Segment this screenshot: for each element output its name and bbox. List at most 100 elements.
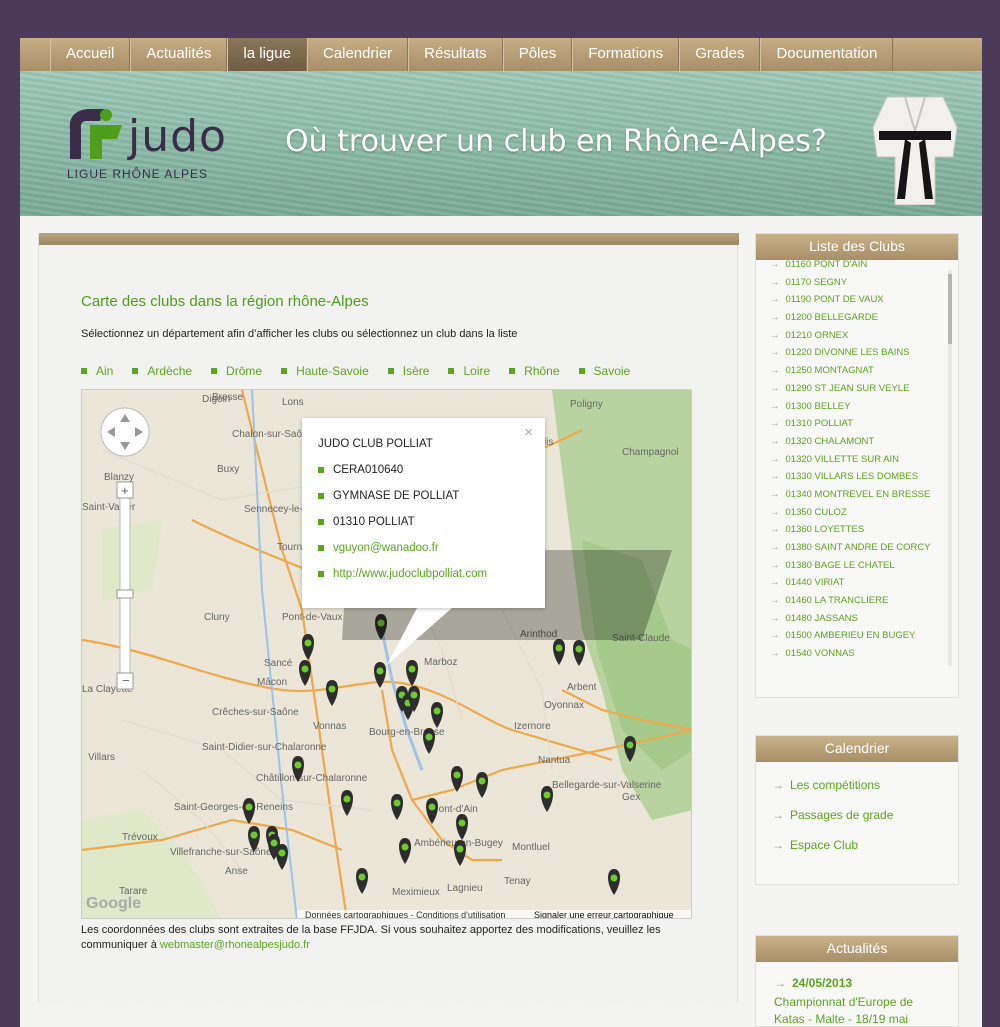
club-list-item[interactable]: → 01360 LOYETTES (756, 521, 946, 539)
page-wrapper: Accueil Actualités la ligue Calendrier Résul… (20, 38, 982, 1027)
club-list-item[interactable]: → 01190 PONT DE VAUX (756, 291, 946, 309)
bullet-icon (578, 368, 585, 374)
club-map[interactable]: Poligny Chalon-sur-Saône Champagnol Blanzy B… (81, 389, 692, 919)
club-info-popup: × JUDO CLUB POLLIAT CERA010640 GYMNASE D… (302, 418, 545, 608)
main-content: Carte des clubs dans la région rhône-Alp… (38, 233, 739, 1011)
calendar-link-1[interactable]: → Passages de grade (756, 800, 958, 830)
arrow-icon: → (770, 559, 780, 571)
svg-text:+: + (121, 483, 129, 498)
club-list-item[interactable]: → 01540 VONNAS (756, 645, 946, 656)
popup-email-link[interactable]: vguyon@wanadoo.fr (333, 542, 439, 554)
clubs-panel: Liste des Clubs → 01160 PONT D'AIN → 01170 … (755, 233, 959, 698)
department-label: Rhône (524, 364, 560, 378)
club-list-item[interactable]: → 01170 SEGNY (756, 274, 946, 292)
map-copyright[interactable]: Données cartographiques - Conditions d'u… (305, 910, 505, 919)
nav-item-0[interactable]: Accueil (50, 38, 131, 71)
club-list-item[interactable]: → 01300 BELLEY (756, 398, 946, 416)
club-list-item[interactable]: → 01480 JASSANS (756, 610, 946, 628)
arrow-icon: → (770, 382, 780, 394)
map-label: Meximieux (392, 887, 440, 898)
map-label: Vonnas (313, 721, 346, 732)
department-link-1[interactable]: Ardèche (132, 364, 192, 378)
map-label: Châtillon-sur-Chalaronne (256, 773, 368, 784)
nav-item-7[interactable]: Grades (679, 38, 761, 71)
department-link-3[interactable]: Haute-Savoie (281, 364, 369, 378)
popup-website-link[interactable]: http://www.judoclubpolliat.com (333, 568, 487, 580)
club-label: 01160 PONT D'AIN (785, 259, 868, 270)
nav-item-5[interactable]: Pôles (502, 38, 573, 71)
popup-city: 01310 POLLIAT (333, 516, 415, 528)
report-error-link[interactable]: Signaler une erreur cartographique (534, 910, 674, 919)
club-list[interactable]: → 01160 PONT D'AIN → 01170 SEGNY → 01190 PONT… (756, 256, 946, 656)
map-label: Villars (88, 752, 115, 763)
map-label: Pont-de-Vaux (282, 612, 342, 623)
map-label: Pont-d'Ain (432, 804, 478, 815)
club-list-item[interactable]: → 01160 PONT D'AIN (756, 256, 946, 274)
popup-city-row: 01310 POLLIAT (318, 516, 415, 528)
club-list-item[interactable]: → 01330 VILLARS LES DOMBES (756, 468, 946, 486)
club-label: 01500 AMBERIEU EN BUGEY (785, 630, 916, 642)
nav-item-2[interactable]: la ligue (227, 38, 307, 71)
nav-item-6[interactable]: Formations (572, 38, 680, 71)
nav-item-4[interactable]: Résultats (408, 38, 503, 71)
department-label: Haute-Savoie (296, 364, 369, 378)
club-list-item[interactable]: → 01440 VIRIAT (756, 574, 946, 592)
popup-email-row: vguyon@wanadoo.fr (318, 542, 439, 554)
map-label: Izernore (514, 721, 551, 732)
bullet-icon (318, 544, 324, 551)
club-list-item[interactable]: → 01320 CHALAMONT (756, 433, 946, 451)
club-label: 01360 LOYETTES (785, 524, 865, 536)
bullet-icon (318, 518, 324, 525)
arrow-icon: → (770, 648, 780, 656)
club-list-item[interactable]: → 01500 AMBERIEU EN BUGEY (756, 627, 946, 645)
club-list-item[interactable]: → 01380 SAINT ANDRE DE CORCY (756, 539, 946, 557)
bullet-icon (509, 368, 516, 374)
map-label: Tenay (504, 876, 531, 887)
calendar-link-label: Passages de grade (790, 808, 894, 822)
nav-item-3[interactable]: Calendrier (306, 38, 409, 71)
club-list-scroll-thumb[interactable] (948, 274, 952, 344)
club-list-item[interactable]: → 01320 VILLETTE SUR AIN (756, 451, 946, 469)
club-list-item[interactable]: → 01200 BELLEGARDE (756, 309, 946, 327)
logo-text: judo (128, 111, 227, 162)
nav-item-1[interactable]: Actualités (130, 38, 228, 71)
news-item-link[interactable]: Championnat d'Europe de Katas - Malte - … (756, 990, 958, 1027)
club-list-item[interactable]: → 01310 POLLIAT (756, 415, 946, 433)
club-list-item[interactable]: → 01220 DIVONNE LES BAINS (756, 344, 946, 362)
nav-item-8[interactable]: Documentation (760, 38, 894, 71)
club-list-item[interactable]: → 01210 ORNEX (756, 327, 946, 345)
popup-code: CERA010640 (333, 464, 404, 476)
club-list-item[interactable]: → 01350 CULOZ (756, 504, 946, 522)
close-icon[interactable]: × (524, 424, 533, 441)
department-link-7[interactable]: Savoie (578, 364, 630, 378)
club-list-item[interactable]: → 01340 MONTREVEL EN BRESSE (756, 486, 946, 504)
arrow-icon: → (770, 453, 780, 465)
club-label: 01380 BAGE LE CHATEL (785, 559, 895, 571)
section-title: Carte des clubs dans la région rhône-Alp… (81, 293, 369, 310)
webmaster-email-link[interactable]: webmaster@rhonealpesjudo.fr (160, 939, 310, 951)
news-date: 24/05/2013 (792, 976, 853, 990)
club-label: 01170 SEGNY (785, 276, 848, 288)
bullet-icon (211, 368, 218, 374)
map-label: Poligny (570, 399, 603, 410)
news-panel-title: Actualités (756, 936, 958, 962)
calendar-link-label: Espace Club (790, 838, 859, 852)
calendar-link-2[interactable]: → Espace Club (756, 830, 958, 860)
club-label: 01320 CHALAMONT (785, 435, 875, 447)
department-link-6[interactable]: Rhône (509, 364, 560, 378)
department-link-2[interactable]: Drôme (211, 364, 262, 378)
club-list-item[interactable]: → 01290 ST JEAN SUR VEYLE (756, 380, 946, 398)
calendar-link-0[interactable]: → Les compétitions (756, 770, 958, 800)
calendar-link-label: Les compétitions (790, 778, 881, 792)
arrow-icon: → (770, 312, 780, 324)
arrow-icon: → (770, 577, 780, 589)
department-link-0[interactable]: Ain (81, 364, 113, 378)
map-label: Champagnol (622, 447, 679, 458)
club-list-item[interactable]: → 01250 MONTAGNAT (756, 362, 946, 380)
club-list-item[interactable]: → 01380 BAGE LE CHATEL (756, 557, 946, 575)
club-list-item[interactable]: → 01460 LA TRANCLIERE (756, 592, 946, 610)
club-label: 01340 MONTREVEL EN BRESSE (785, 488, 931, 500)
map-label: Buxy (217, 464, 239, 475)
department-link-4[interactable]: Isère (387, 364, 429, 378)
department-link-5[interactable]: Loire (448, 364, 490, 378)
